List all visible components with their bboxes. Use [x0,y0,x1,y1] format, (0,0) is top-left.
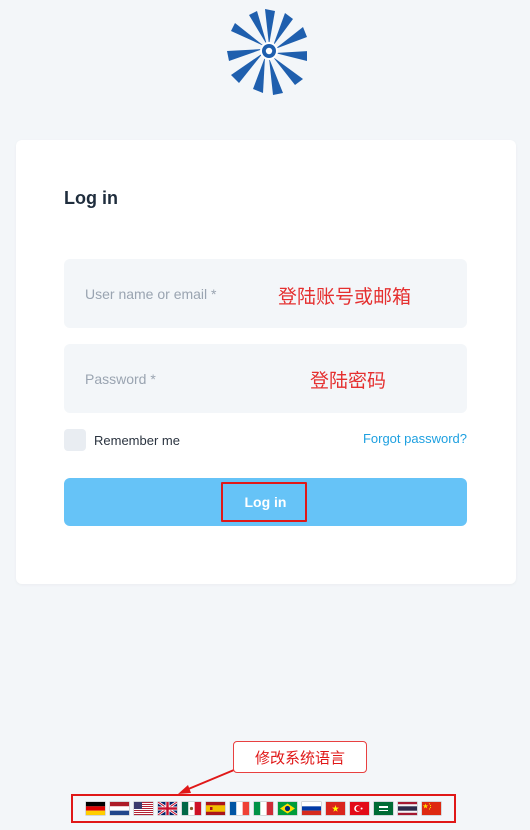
flag-nl-icon[interactable] [110,802,129,815]
login-button[interactable]: Log in [64,478,467,526]
remember-me: Remember me [64,429,180,451]
login-card: Log in User name or email * 登陆账号或邮箱 Pass… [16,140,516,584]
username-annotation: 登陆账号或邮箱 [278,286,412,308]
login-button-label: Log in [244,494,287,510]
flag-fr-icon[interactable] [230,802,249,815]
flag-ru-icon[interactable] [302,802,321,815]
flag-mx-icon[interactable] [182,802,201,815]
password-input[interactable]: Password * [64,344,467,413]
flag-gb-icon[interactable] [158,802,177,815]
flag-vn-icon[interactable] [326,802,345,815]
language-selector [71,794,456,823]
password-placeholder: Password * [85,370,156,387]
flag-cn-icon[interactable] [422,802,441,815]
flag-es-icon[interactable] [206,802,225,815]
flag-th-icon[interactable] [398,802,417,815]
login-title: Log in [64,188,118,208]
flag-us-icon[interactable] [134,802,153,815]
remember-checkbox[interactable] [64,429,86,451]
password-annotation: 登陆密码 [310,370,387,392]
brand-logo-icon [227,9,307,95]
flag-br-icon[interactable] [278,802,297,815]
username-placeholder: User name or email * [85,285,217,302]
remember-label: Remember me [94,432,180,448]
flag-sa-icon[interactable] [374,802,393,815]
language-annotation: 修改系统语言 [233,741,367,773]
forgot-password-link[interactable]: Forgot password? [363,431,467,446]
flag-tr-icon[interactable] [350,802,369,815]
flag-it-icon[interactable] [254,802,273,815]
flag-de-icon[interactable] [86,802,105,815]
